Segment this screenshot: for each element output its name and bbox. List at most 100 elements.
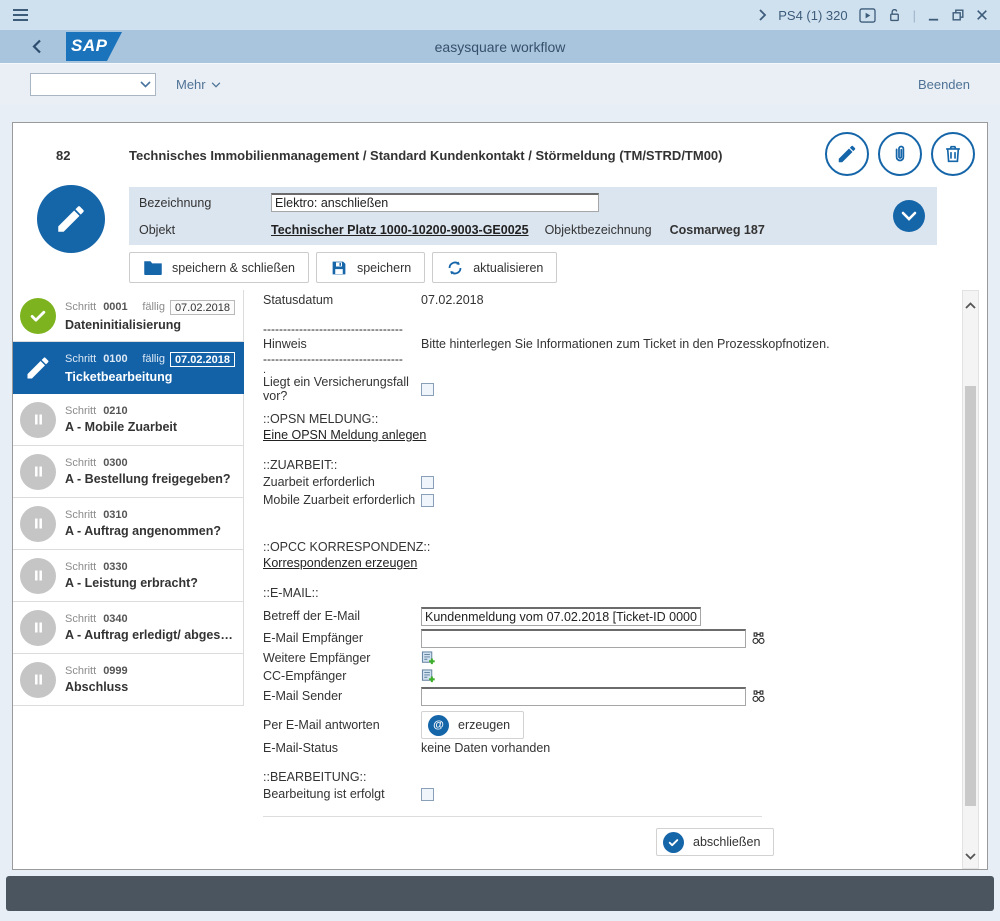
empfaenger-label: E-Mail Empfänger: [263, 631, 421, 645]
workflow-step-0001[interactable]: Schritt 0001 fällig07.02.2018 Dateniniti…: [13, 290, 244, 342]
beenden-button[interactable]: Beenden: [918, 77, 970, 92]
scrollbar-thumb[interactable]: [965, 386, 976, 806]
zuarbeit-section-header: ::ZUARBEIT::: [263, 457, 965, 473]
opsn-section-header: ::OPSN MELDUNG::: [263, 411, 965, 427]
versicherungsfall-label: Liegt ein Versicherungsfall vor?: [263, 375, 421, 403]
objektbezeichnung-value: Cosmarweg 187: [670, 223, 765, 237]
email-status-value: keine Daten vorhanden: [421, 741, 550, 755]
folder-icon: [143, 259, 163, 276]
mobile-zuarbeit-label: Mobile Zuarbeit erforderlich: [263, 493, 421, 507]
at-sign-icon: @: [428, 715, 449, 736]
menu-icon[interactable]: [12, 8, 29, 22]
step-detail-panel: Statusdatum 07.02.2018 -----------------…: [263, 291, 965, 856]
add-recipient-icon: [421, 651, 436, 666]
hinweis-text: Bitte hinterlegen Sie Informationen zum …: [421, 337, 830, 351]
email-section-header: ::E-MAIL::: [263, 585, 965, 601]
opsn-anlegen-link[interactable]: Eine OPSN Meldung anlegen: [263, 427, 426, 443]
step-pending-icon: [20, 402, 56, 438]
bezeichnung-input[interactable]: [271, 193, 599, 212]
ticket-card: 82 Technisches Immobilienmanagement / St…: [12, 122, 988, 870]
toolbar: Mehr Beenden: [0, 63, 1000, 105]
header-actions: [825, 132, 975, 176]
page-title: easysquare workflow: [0, 39, 1000, 55]
weitere-empfaenger-add-button[interactable]: [421, 651, 436, 666]
titlebar-separator: |: [913, 8, 916, 23]
binoculars-icon: [751, 631, 766, 646]
chevron-down-icon: [140, 81, 151, 88]
close-button[interactable]: [976, 9, 988, 21]
zuarbeit-checkbox[interactable]: [421, 476, 434, 489]
minimize-button[interactable]: [927, 9, 940, 22]
erzeugen-button[interactable]: @ erzeugen: [421, 711, 524, 739]
save-close-button[interactable]: speichern & schließen: [129, 252, 309, 283]
step-pending-icon: [20, 506, 56, 542]
chevron-down-icon: [901, 211, 917, 221]
cc-empfaenger-label: CC-Empfänger: [263, 669, 421, 683]
process-status-icon: [37, 185, 105, 253]
check-icon: [663, 832, 684, 853]
sender-input[interactable]: [421, 687, 746, 706]
bearbeitung-section-header: ::BEARBEITUNG::: [263, 769, 965, 785]
detail-divider: [263, 816, 762, 817]
workflow-step-0210[interactable]: Schritt0210 A - Mobile Zuarbeit: [13, 394, 244, 446]
sender-label: E-Mail Sender: [263, 689, 421, 703]
betreff-input[interactable]: [421, 607, 701, 626]
detail-scrollbar[interactable]: [962, 290, 979, 869]
step-pending-icon: [20, 662, 56, 698]
versicherungsfall-checkbox[interactable]: [421, 383, 434, 396]
refresh-button[interactable]: aktualisieren: [432, 252, 557, 283]
ticket-title: Technisches Immobilienmanagement / Stand…: [129, 148, 769, 163]
workflow-step-0300[interactable]: Schritt0300 A - Bestellung freigegeben?: [13, 446, 244, 498]
gui-scripting-icon[interactable]: [859, 8, 876, 23]
step-done-icon: [20, 298, 56, 334]
mehr-menu[interactable]: Mehr: [176, 77, 221, 92]
save-button[interactable]: speichern: [316, 252, 425, 283]
step-pending-icon: [20, 558, 56, 594]
objektbezeichnung-label: Objektbezeichnung: [545, 223, 652, 237]
korrespondenzen-link[interactable]: Korrespondenzen erzeugen: [263, 555, 417, 571]
workflow-step-0340[interactable]: Schritt0340 A - Auftrag erledigt/ abgesc…: [13, 602, 244, 654]
workflow-step-0330[interactable]: Schritt0330 A - Leistung erbracht?: [13, 550, 244, 602]
abschliessen-button[interactable]: abschließen: [656, 828, 774, 856]
restore-button[interactable]: [951, 8, 965, 22]
empfaenger-input[interactable]: [421, 629, 746, 648]
chevron-right-icon[interactable]: [758, 9, 767, 21]
antworten-label: Per E-Mail antworten: [263, 718, 421, 732]
separator-line: -----------------------------------: [263, 353, 965, 365]
delete-button[interactable]: [931, 132, 975, 176]
mobile-zuarbeit-checkbox[interactable]: [421, 494, 434, 507]
betreff-label: Betreff der E-Mail: [263, 609, 421, 623]
scroll-up-button[interactable]: [963, 297, 978, 313]
trash-icon: [942, 143, 964, 165]
workflow-step-0999[interactable]: Schritt0999 Abschluss: [13, 654, 244, 706]
bearbeitung-checkbox[interactable]: [421, 788, 434, 801]
attachment-button[interactable]: [878, 132, 922, 176]
cc-empfaenger-add-button[interactable]: [421, 669, 436, 684]
workflow-step-0310[interactable]: Schritt0310 A - Auftrag angenommen?: [13, 498, 244, 550]
edit-button[interactable]: [825, 132, 869, 176]
objekt-link[interactable]: Technischer Platz 1000-10200-9003-GE0025: [271, 223, 529, 237]
email-status-label: E-Mail-Status: [263, 741, 421, 755]
statusdatum-label: Statusdatum: [263, 293, 421, 307]
system-info: PS4 (1) 320: [778, 8, 847, 23]
expand-header-button[interactable]: [893, 200, 925, 232]
dot-text: .: [263, 365, 965, 375]
sender-value-help-button[interactable]: [751, 689, 766, 704]
workflow-step-0100[interactable]: Schritt 0100 fällig07.02.2018 Ticketbear…: [13, 342, 244, 394]
empfaenger-value-help-button[interactable]: [751, 631, 766, 646]
floppy-disk-icon: [330, 259, 348, 277]
back-button[interactable]: [32, 39, 42, 54]
workflow-step-list: Schritt 0001 fällig07.02.2018 Dateniniti…: [13, 290, 244, 706]
separator-line: -----------------------------------: [263, 323, 965, 335]
command-combobox[interactable]: [30, 73, 156, 96]
unlock-icon[interactable]: [887, 7, 902, 23]
step-active-icon: [20, 350, 56, 386]
form-header-panel: Bezeichnung Objekt Technischer Platz 100…: [129, 187, 937, 245]
status-bar: [6, 876, 994, 911]
scroll-down-button[interactable]: [963, 848, 978, 864]
action-buttons: speichern & schließen speichern aktualis…: [129, 252, 557, 283]
bezeichnung-label: Bezeichnung: [139, 196, 271, 210]
paperclip-icon: [889, 143, 911, 165]
objekt-label: Objekt: [139, 223, 271, 237]
zuarbeit-label: Zuarbeit erforderlich: [263, 475, 421, 489]
